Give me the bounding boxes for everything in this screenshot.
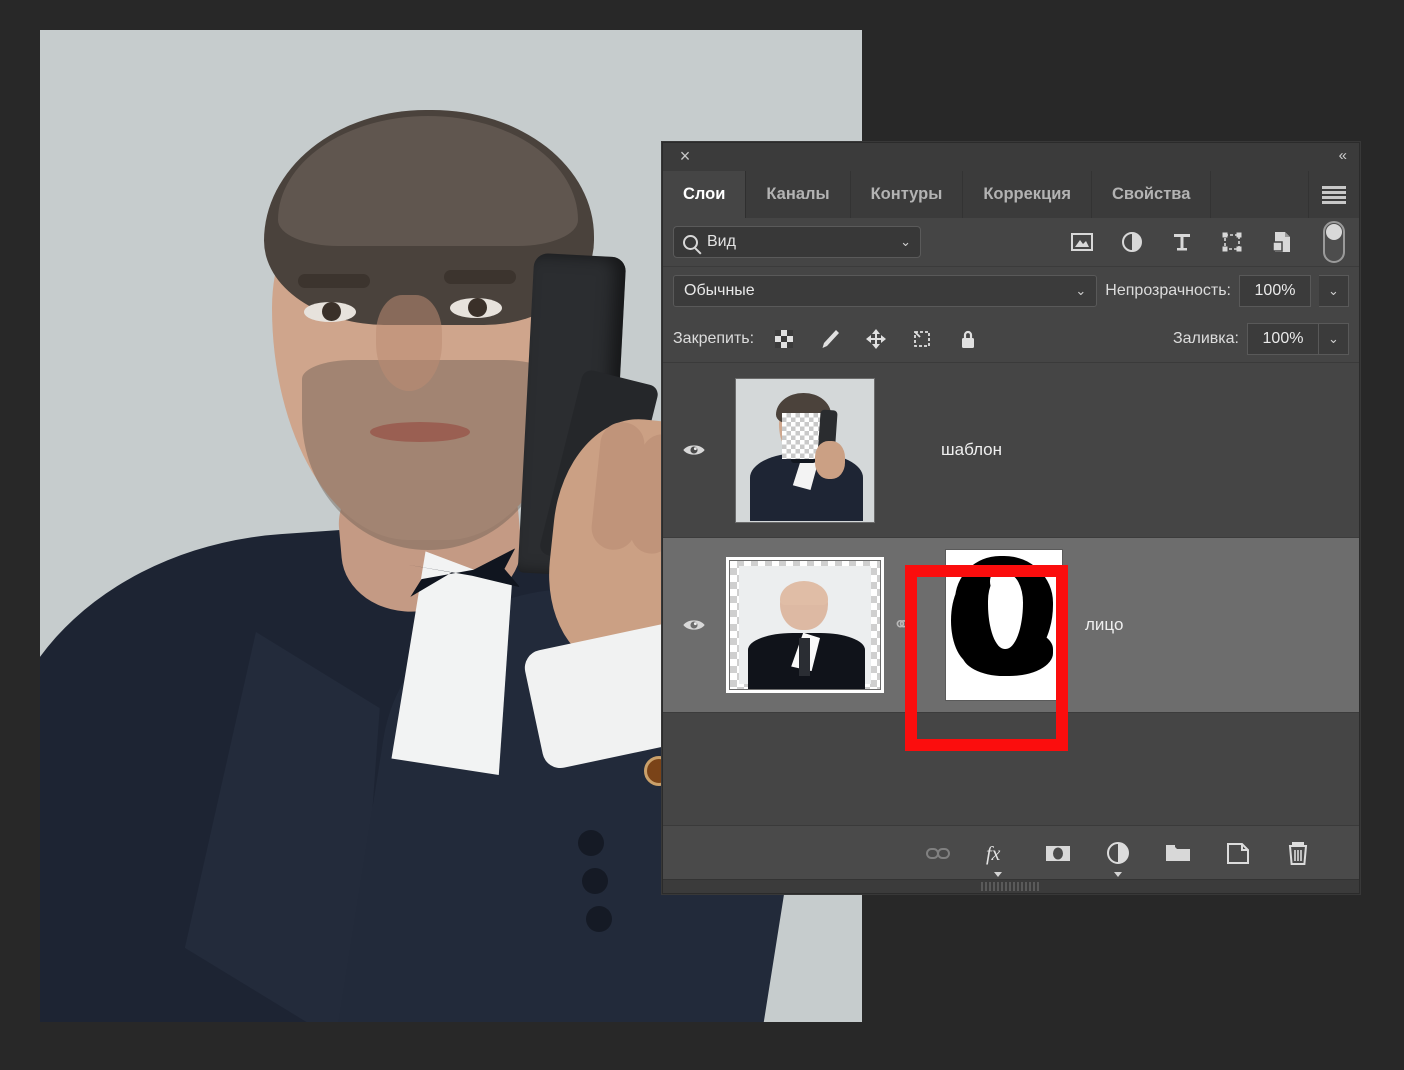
lock-icons bbox=[772, 327, 980, 351]
blend-mode-row: Обычные ⌄ Непрозрачность: 100% ⌄ bbox=[663, 267, 1359, 315]
filter-kind-value: Вид bbox=[707, 233, 736, 251]
opacity-input[interactable]: 100% bbox=[1239, 275, 1311, 307]
blend-mode-value: Обычные bbox=[684, 282, 755, 300]
tab-paths[interactable]: Контуры bbox=[851, 171, 964, 218]
panel-titlebar: × « bbox=[663, 143, 1359, 171]
app-root: × « Слои Каналы Контуры Коррекция Свойст… bbox=[0, 0, 1404, 1070]
layer-visibility-toggle[interactable] bbox=[663, 617, 725, 633]
photo-nose bbox=[376, 295, 442, 391]
face-layer-mask-thumbnail bbox=[945, 549, 1063, 701]
adjustment-filter-icon[interactable] bbox=[1119, 229, 1145, 255]
tab-paths-label: Контуры bbox=[871, 185, 943, 204]
link-layers-button[interactable] bbox=[923, 838, 953, 868]
layer-name[interactable]: шаблон bbox=[941, 440, 1002, 460]
eye-icon bbox=[681, 442, 707, 458]
tab-channels[interactable]: Каналы bbox=[746, 171, 850, 218]
layer-thumbnail-cell[interactable] bbox=[725, 560, 885, 690]
svg-text:fx: fx bbox=[986, 843, 1001, 865]
new-group-button[interactable] bbox=[1163, 838, 1193, 868]
chevron-down-icon: ⌄ bbox=[1075, 283, 1086, 299]
photo-brow-right bbox=[444, 270, 516, 284]
lock-label: Закрепить: bbox=[673, 330, 754, 348]
layer-mask-link-icon[interactable]: ⚭ bbox=[885, 612, 919, 638]
opacity-stepper-icon[interactable]: ⌄ bbox=[1319, 275, 1349, 307]
tab-spacer bbox=[1211, 171, 1309, 218]
layers-panel-toolbar: fx bbox=[663, 825, 1359, 879]
layer-visibility-toggle[interactable] bbox=[663, 442, 725, 458]
lock-row: Закрепить: Заливка: bbox=[663, 315, 1359, 363]
layer-mask-thumbnail-cell[interactable] bbox=[919, 549, 1089, 701]
photo-sleeve-button-2 bbox=[582, 868, 608, 894]
lock-all-icon[interactable] bbox=[956, 327, 980, 351]
scrollbar-grip[interactable] bbox=[981, 882, 1041, 891]
lock-position-icon[interactable] bbox=[864, 327, 888, 351]
tab-properties[interactable]: Свойства bbox=[1092, 171, 1211, 218]
tab-adjustments[interactable]: Коррекция bbox=[963, 171, 1092, 218]
filter-kind-select[interactable]: Вид ⌄ bbox=[673, 226, 921, 258]
panel-menu-icon[interactable] bbox=[1309, 171, 1359, 218]
collapse-panel-icon[interactable]: « bbox=[1339, 147, 1345, 164]
shape-filter-icon[interactable] bbox=[1219, 229, 1245, 255]
tab-channels-label: Каналы bbox=[766, 185, 829, 204]
layer-filter-row: Вид ⌄ bbox=[663, 218, 1359, 267]
add-layer-mask-button[interactable] bbox=[1043, 838, 1073, 868]
layer-style-fx-button[interactable]: fx bbox=[983, 838, 1013, 868]
panel-tabs: Слои Каналы Контуры Коррекция Свойства bbox=[663, 171, 1359, 218]
panel-horizontal-scrollbar[interactable] bbox=[663, 879, 1359, 893]
delete-layer-button[interactable] bbox=[1283, 838, 1313, 868]
lock-transparent-pixels-icon[interactable] bbox=[772, 327, 796, 351]
face-layer-thumbnail bbox=[729, 560, 881, 690]
layer-name[interactable]: лицо bbox=[1085, 615, 1123, 635]
tab-properties-label: Свойства bbox=[1112, 185, 1190, 204]
search-icon bbox=[683, 235, 698, 250]
fill-input[interactable]: 100% bbox=[1247, 323, 1319, 355]
opacity-label: Непрозрачность: bbox=[1105, 282, 1231, 300]
photo-sleeve-button-1 bbox=[578, 830, 604, 856]
fill-label: Заливка: bbox=[1173, 330, 1239, 348]
tab-layers[interactable]: Слои bbox=[663, 171, 746, 218]
table-row[interactable]: шаблон bbox=[663, 363, 1359, 538]
lock-artboard-icon[interactable] bbox=[910, 327, 934, 351]
eye-icon bbox=[681, 617, 707, 633]
photo-pupil-left bbox=[322, 302, 341, 321]
pixel-filter-icon[interactable] bbox=[1069, 229, 1095, 255]
filter-enable-toggle[interactable] bbox=[1323, 221, 1345, 263]
photo-brow-left bbox=[298, 274, 370, 288]
photo-pupil-right bbox=[468, 298, 487, 317]
filter-type-icons bbox=[1069, 229, 1301, 255]
blend-mode-select[interactable]: Обычные ⌄ bbox=[673, 275, 1097, 307]
photo-mouth bbox=[370, 422, 470, 442]
chevron-down-icon: ⌄ bbox=[900, 234, 911, 250]
template-layer-thumbnail bbox=[735, 378, 875, 523]
layers-panel: × « Слои Каналы Контуры Коррекция Свойст… bbox=[662, 142, 1360, 894]
type-filter-icon[interactable] bbox=[1169, 229, 1195, 255]
tab-layers-label: Слои bbox=[683, 185, 725, 204]
smart-object-filter-icon[interactable] bbox=[1269, 229, 1295, 255]
fill-stepper-icon[interactable]: ⌄ bbox=[1319, 323, 1349, 355]
photo-sleeve-button-3 bbox=[586, 906, 612, 932]
lock-image-pixels-icon[interactable] bbox=[818, 327, 842, 351]
layer-thumbnail-cell[interactable] bbox=[725, 378, 885, 523]
table-row[interactable]: ⚭ лицо bbox=[663, 538, 1359, 713]
new-adjustment-layer-button[interactable] bbox=[1103, 838, 1133, 868]
fill-group: Заливка: 100% ⌄ bbox=[1173, 323, 1349, 355]
tab-adjustments-label: Коррекция bbox=[983, 185, 1071, 204]
close-icon[interactable]: × bbox=[675, 146, 695, 166]
layer-list: шаблон bbox=[663, 363, 1359, 668]
new-layer-button[interactable] bbox=[1223, 838, 1253, 868]
